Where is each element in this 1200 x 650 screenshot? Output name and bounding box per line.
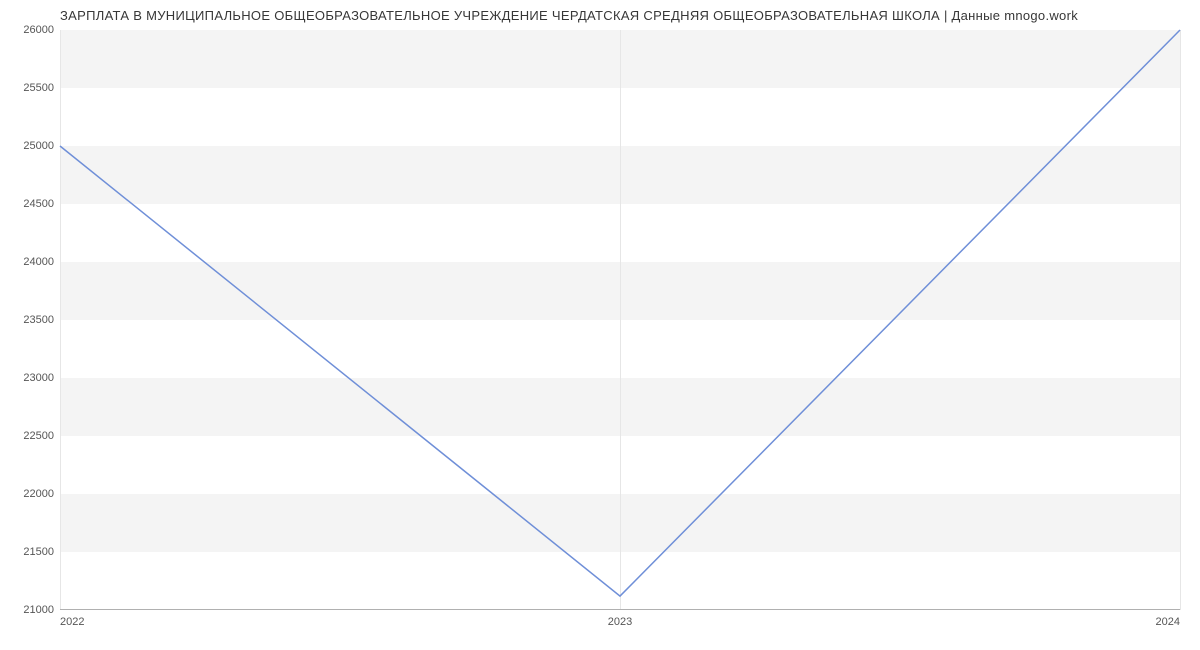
y-tick-label: 26000	[0, 24, 54, 36]
x-tick-label: 2022	[60, 616, 84, 628]
y-tick-label: 22000	[0, 488, 54, 500]
line-series-svg	[60, 30, 1180, 610]
y-tick-label: 24000	[0, 256, 54, 268]
y-tick-label: 22500	[0, 430, 54, 442]
plot-area: 2100021500220002250023000235002400024500…	[60, 30, 1180, 610]
salary-line	[60, 30, 1180, 596]
y-tick-label: 21000	[0, 604, 54, 616]
x-tick-label: 2023	[608, 616, 632, 628]
chart-title: ЗАРПЛАТА В МУНИЦИПАЛЬНОЕ ОБЩЕОБРАЗОВАТЕЛ…	[60, 8, 1160, 23]
y-tick-label: 23500	[0, 314, 54, 326]
y-tick-label: 24500	[0, 198, 54, 210]
y-tick-label: 21500	[0, 546, 54, 558]
x-tick-label: 2024	[1156, 616, 1180, 628]
grid-line-vertical	[1180, 30, 1181, 610]
y-tick-label: 25500	[0, 82, 54, 94]
y-tick-label: 23000	[0, 372, 54, 384]
y-tick-label: 25000	[0, 140, 54, 152]
x-axis-line	[60, 609, 1180, 610]
